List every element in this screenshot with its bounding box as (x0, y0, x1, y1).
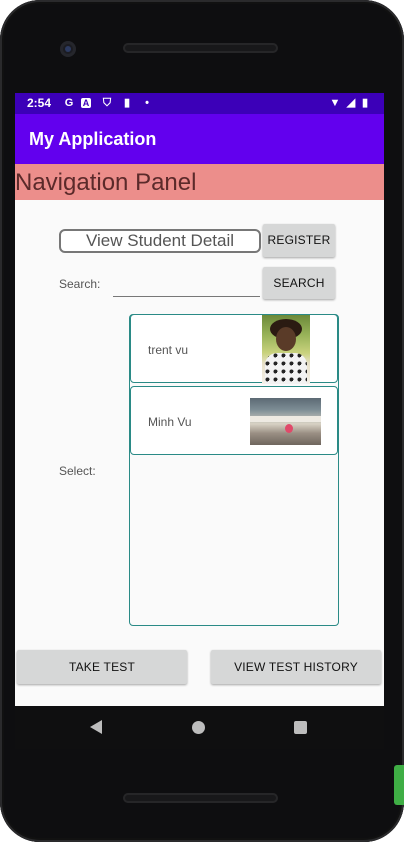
view-test-history-button[interactable]: VIEW TEST HISTORY (211, 650, 381, 684)
home-icon[interactable] (192, 721, 205, 734)
search-label: Search: (59, 277, 101, 291)
app-bar: My Application (15, 114, 384, 164)
view-student-detail-field[interactable]: View Student Detail (59, 229, 261, 253)
side-accent (394, 765, 404, 805)
bottom-speaker (123, 793, 278, 803)
a-icon: A (81, 98, 91, 108)
student-photo (250, 398, 321, 445)
status-bar: 2:54 G A ⛉ ▮ • ▼ ◢ ▮ (15, 93, 384, 114)
search-input[interactable] (113, 277, 260, 297)
app-title: My Application (29, 129, 157, 149)
list-item[interactable]: Minh Vu (130, 386, 338, 455)
system-nav-bar (15, 706, 384, 749)
app-screen: 2:54 G A ⛉ ▮ • ▼ ◢ ▮ My Application Navi… (15, 93, 384, 749)
signal-icon: ◢ (346, 97, 356, 109)
top-speaker (123, 43, 278, 53)
dot-icon: • (145, 97, 149, 109)
wifi-icon: ▼ (329, 97, 341, 109)
student-name: Minh Vu (148, 415, 192, 429)
google-g-icon: G (64, 97, 74, 109)
navigation-panel-label: Navigation Panel (15, 169, 197, 196)
search-button[interactable]: SEARCH (263, 267, 335, 299)
status-time: 2:54 (27, 96, 52, 110)
shield-icon: ⛉ (102, 97, 112, 109)
phone-frame: 2:54 G A ⛉ ▮ • ▼ ◢ ▮ My Application Navi… (0, 0, 404, 842)
student-name: trent vu (148, 343, 189, 357)
take-test-button[interactable]: TAKE TEST (17, 650, 187, 684)
back-icon[interactable] (90, 720, 102, 734)
front-camera (60, 41, 76, 57)
list-item[interactable]: trent vu (130, 314, 338, 384)
navigation-panel[interactable]: Navigation Panel (15, 164, 384, 200)
student-photo (262, 315, 310, 384)
register-button[interactable]: REGISTER (263, 224, 335, 257)
battery-icon: ▮ (361, 97, 369, 109)
student-list[interactable]: trent vu Minh Vu (129, 314, 339, 626)
select-label: Select: (59, 464, 96, 478)
recents-icon[interactable] (294, 721, 307, 734)
sd-card-icon: ▮ (123, 97, 131, 109)
